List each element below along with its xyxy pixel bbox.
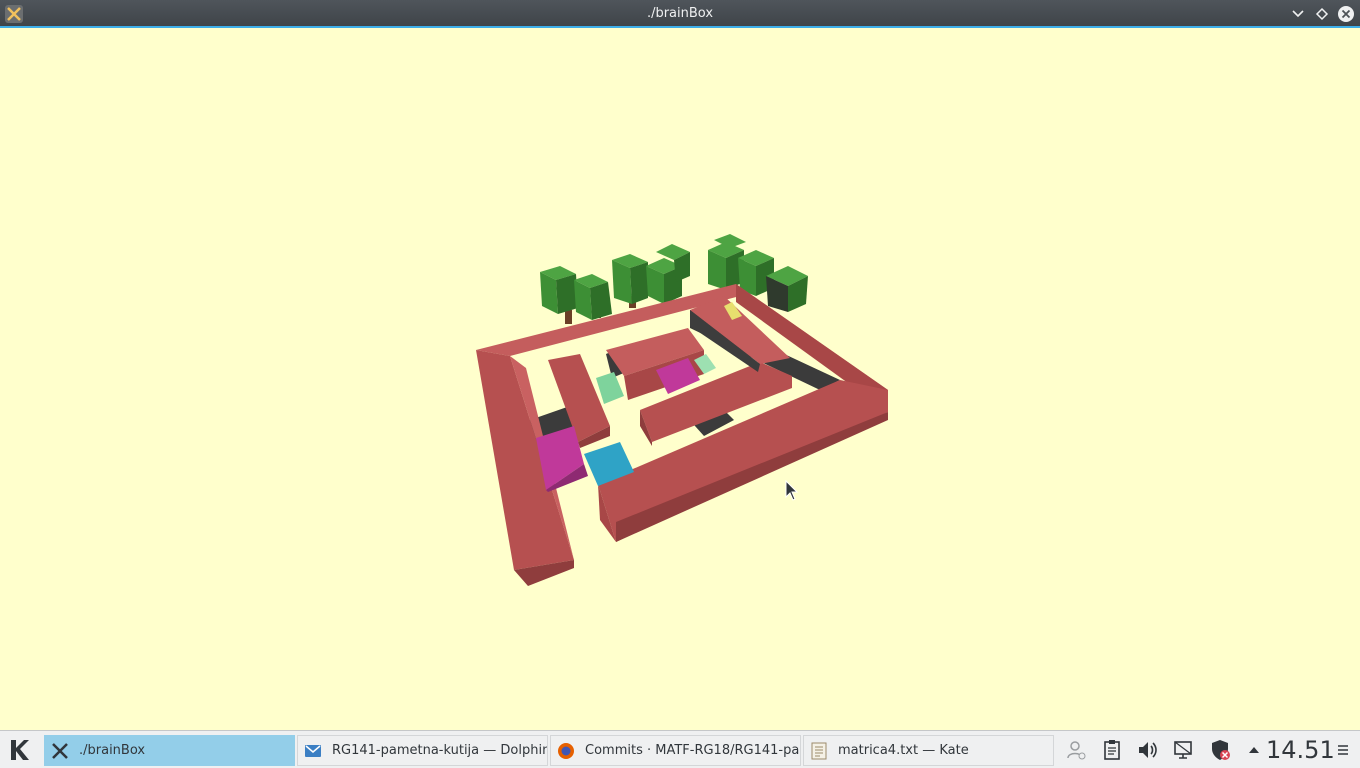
tree (646, 244, 690, 304)
firefox-icon (557, 742, 575, 760)
clipboard-icon[interactable] (1100, 738, 1124, 762)
task-brainbox[interactable]: ./brainBox (44, 735, 295, 766)
task-dolphin[interactable]: RG141-pametna-kutija — Dolphin (297, 735, 548, 766)
maze-walls (476, 284, 888, 586)
brainbox-app-icon (51, 742, 69, 760)
task-firefox[interactable]: Commits · MATF-RG18/RG141-pam (550, 735, 801, 766)
expand-tray-icon[interactable] (1242, 738, 1266, 762)
chevron-down-icon[interactable] (1288, 4, 1308, 24)
maze-scene (476, 234, 888, 586)
tree (540, 266, 578, 324)
diamond-icon[interactable] (1312, 4, 1332, 24)
game-viewport[interactable] (0, 28, 1360, 730)
task-kate[interactable]: matrica4.txt — Kate (803, 735, 1054, 766)
tree (612, 254, 648, 308)
mouse-cursor-icon (785, 480, 799, 501)
window-titlebar[interactable]: ./brainBox (0, 0, 1360, 28)
dolphin-icon (304, 742, 322, 760)
menu-icon[interactable] (1332, 738, 1354, 762)
network-icon[interactable] (1172, 738, 1196, 762)
kate-document-icon (810, 742, 828, 760)
task-label: ./brainBox (79, 743, 146, 758)
close-icon[interactable] (1336, 4, 1356, 24)
task-label: matrica4.txt — Kate (838, 743, 969, 758)
tree (574, 274, 612, 320)
clock[interactable]: 14.51 (1266, 735, 1335, 765)
volume-icon[interactable] (1136, 738, 1160, 762)
kde-logo-icon[interactable] (2, 733, 36, 767)
security-icon[interactable] (1208, 738, 1232, 762)
user-status-icon[interactable] (1064, 738, 1088, 762)
window-title: ./brainBox (646, 6, 714, 21)
task-label: RG141-pametna-kutija — Dolphin (332, 743, 547, 758)
task-label: Commits · MATF-RG18/RG141-pam (585, 743, 800, 758)
taskbar: ./brainBox RG141-pametna-kutija — Dolphi… (0, 730, 1360, 768)
mint-tile (596, 372, 624, 404)
